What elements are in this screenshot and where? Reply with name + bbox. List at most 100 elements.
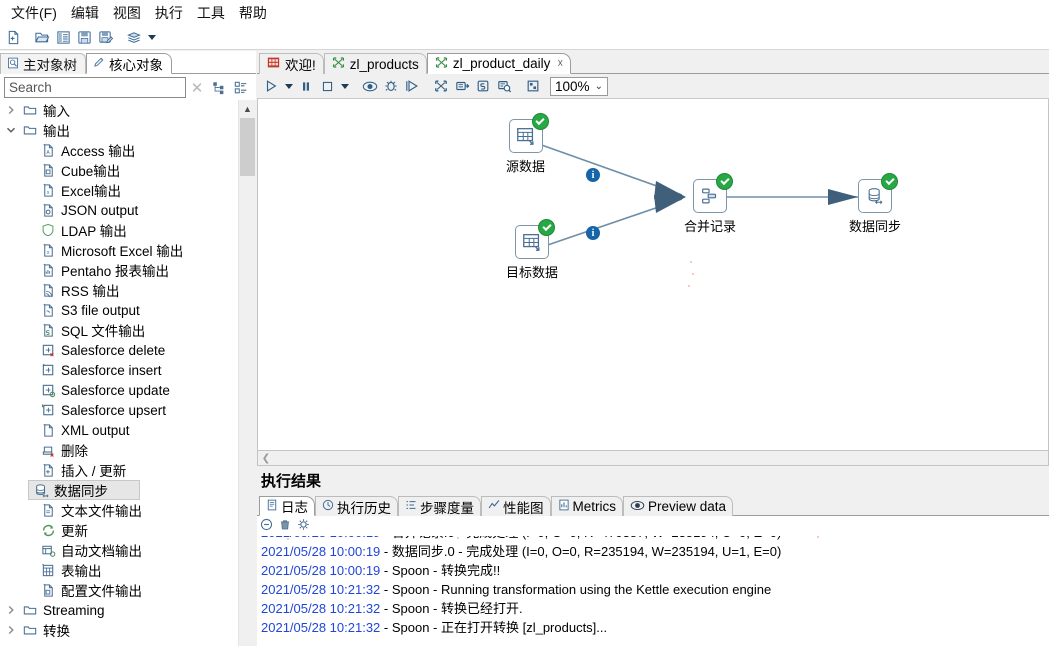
log-line: 2021/05/28 10:21:32 - Spoon - 转换已经打开. (261, 599, 1049, 618)
log-text-area[interactable]: 2021/05/28 10:00:19 - 合并记录.0 - 完成处理 (I=0… (257, 536, 1049, 648)
tree-item[interactable]: 更新 (0, 520, 238, 540)
tree-item[interactable]: S3 file output (0, 300, 238, 320)
menu-item-run[interactable]: 执行 (148, 0, 190, 26)
ms-excel-output-icon: x (38, 241, 58, 259)
tree-item[interactable]: Salesforce insert (0, 360, 238, 380)
scroll-up-icon[interactable]: ▲ (239, 100, 256, 117)
tree-item[interactable]: x Microsoft Excel 输出 (0, 240, 238, 260)
canvas-node-sync[interactable]: 数据同步 (849, 173, 901, 235)
insert-update-icon (38, 461, 58, 479)
search-metadata-icon[interactable] (494, 76, 514, 96)
canvas-node-target[interactable]: 目标数据 (506, 219, 558, 281)
chevron-right-icon[interactable] (2, 101, 20, 119)
trash-icon[interactable] (279, 518, 291, 534)
tree-item[interactable]: 自动文档输出 (0, 540, 238, 560)
menu-item-view[interactable]: 视图 (106, 0, 148, 26)
canvas-node-source[interactable]: 源数据 (506, 113, 549, 175)
tree-vertical-scrollbar[interactable]: ▲ (238, 100, 256, 646)
chevron-down-icon[interactable] (2, 121, 20, 139)
tree-item[interactable]: 转换 (0, 620, 238, 640)
tree-item[interactable]: RSS 输出 (0, 280, 238, 300)
tab-preview-data[interactable]: Preview data (623, 496, 734, 516)
tree-item[interactable]: Salesforce update (0, 380, 238, 400)
tree-item[interactable]: Pentaho 报表输出 (0, 260, 238, 280)
close-icon[interactable]: ✕ (186, 77, 208, 99)
tree-item[interactable]: Salesforce upsert (0, 400, 238, 420)
tree-item[interactable]: SQL 文件输出 (0, 320, 238, 340)
debug-icon[interactable] (381, 76, 401, 96)
tree-item[interactable]: 表输出 (0, 560, 238, 580)
tab-welcome[interactable]: 欢迎! (259, 53, 324, 74)
tree-item[interactable]: Salesforce delete (0, 340, 238, 360)
tab-metrics[interactable]: Metrics (550, 496, 623, 516)
preview-icon[interactable] (360, 76, 380, 96)
table-input-icon (508, 113, 549, 153)
run-dropdown-caret[interactable] (282, 76, 296, 96)
repository-dropdown-caret[interactable] (145, 28, 159, 48)
menu-item-file[interactable]: 文件(F) (4, 0, 64, 26)
canvas-node-merge[interactable]: 合并记录 (684, 173, 736, 235)
core-objects-tree[interactable]: 输入 输出 A Access 输出 Cube输出 x Excel输出 JSON output L… (0, 100, 256, 646)
properties-output-icon (38, 581, 58, 599)
sql-file-output-icon (38, 321, 58, 339)
tree-item[interactable]: 插入 / 更新 (0, 460, 238, 480)
new-icon[interactable] (3, 28, 23, 48)
menu-item-edit[interactable]: 编辑 (64, 0, 106, 26)
show-impact-icon[interactable] (452, 76, 472, 96)
canvas-hops (535, 142, 858, 250)
hop-badge-source-merge[interactable]: i (586, 168, 600, 182)
tab-close-icon[interactable]: ☓ (557, 57, 563, 70)
tab-execution-history-label: 执行历史 (337, 500, 391, 516)
tab-zl-product-daily[interactable]: zl_product_daily ☓ (426, 53, 572, 74)
save-icon[interactable] (74, 28, 94, 48)
hop-badge-target-merge[interactable]: i (586, 226, 600, 240)
tab-step-metrics[interactable]: 步骤度量 (398, 496, 481, 516)
tree-item[interactable]: XML output (0, 420, 238, 440)
canvas-horizontal-scrollbar[interactable]: ❮ (257, 451, 1049, 466)
tab-main-object-tree[interactable]: 主对象树 (0, 53, 86, 74)
tree-item[interactable]: 输出 (0, 120, 238, 140)
repository-icon[interactable] (124, 28, 144, 48)
chevron-right-icon[interactable] (2, 621, 20, 639)
tree-item[interactable]: 输入 (0, 100, 238, 120)
tree-item[interactable]: 数据同步 (28, 480, 140, 500)
stop-dropdown-caret[interactable] (338, 76, 352, 96)
chevron-right-icon[interactable] (2, 601, 20, 619)
tab-execution-history[interactable]: 执行历史 (315, 496, 398, 516)
transformation-settings-icon[interactable] (431, 76, 451, 96)
menu-item-tools[interactable]: 工具 (190, 0, 232, 26)
tree-item[interactable]: x Excel输出 (0, 180, 238, 200)
tree-item[interactable]: Streaming (0, 600, 238, 620)
stop-icon[interactable] (317, 76, 337, 96)
tree-item[interactable]: 删除 (0, 440, 238, 460)
tree-item[interactable]: 文本文件输出 (0, 500, 238, 520)
tab-core-objects[interactable]: 核心对象 (86, 53, 172, 74)
sql-icon[interactable] (473, 76, 493, 96)
tree-item[interactable]: LDAP 输出 (0, 220, 238, 240)
expand-all-icon[interactable] (208, 77, 230, 99)
collapse-all-icon[interactable] (230, 77, 252, 99)
zoom-level-select[interactable]: 100% ⌄ (550, 76, 608, 96)
tree-item[interactable]: 配置文件输出 (0, 580, 238, 600)
save-as-icon[interactable] (95, 28, 115, 48)
tree-item-label: 表输出 (61, 564, 102, 579)
tab-log[interactable]: 日志 (259, 496, 315, 516)
replay-icon[interactable] (402, 76, 422, 96)
tree-item[interactable]: JSON output (0, 200, 238, 220)
run-icon[interactable] (261, 76, 281, 96)
tab-performance-graph[interactable]: 性能图 (481, 496, 551, 516)
log-settings-icon[interactable] (297, 518, 310, 534)
search-input[interactable]: Search (4, 77, 186, 98)
tree-item[interactable]: Cube输出 (0, 160, 238, 180)
scroll-left-icon[interactable]: ❮ (258, 453, 274, 464)
tree-scroll-thumb[interactable] (240, 118, 255, 176)
tree-item[interactable]: A Access 输出 (0, 140, 238, 160)
open-icon[interactable] (32, 28, 52, 48)
tab-zl-products[interactable]: zl_products (323, 53, 427, 74)
align-grid-icon[interactable] (523, 76, 543, 96)
explorer-icon[interactable] (53, 28, 73, 48)
menu-item-help[interactable]: 帮助 (232, 0, 274, 26)
pause-icon[interactable] (296, 76, 316, 96)
clear-log-icon[interactable] (260, 518, 273, 534)
transformation-canvas[interactable]: 源数据 目标数据 合并记录 数据同步 i i (257, 99, 1049, 451)
